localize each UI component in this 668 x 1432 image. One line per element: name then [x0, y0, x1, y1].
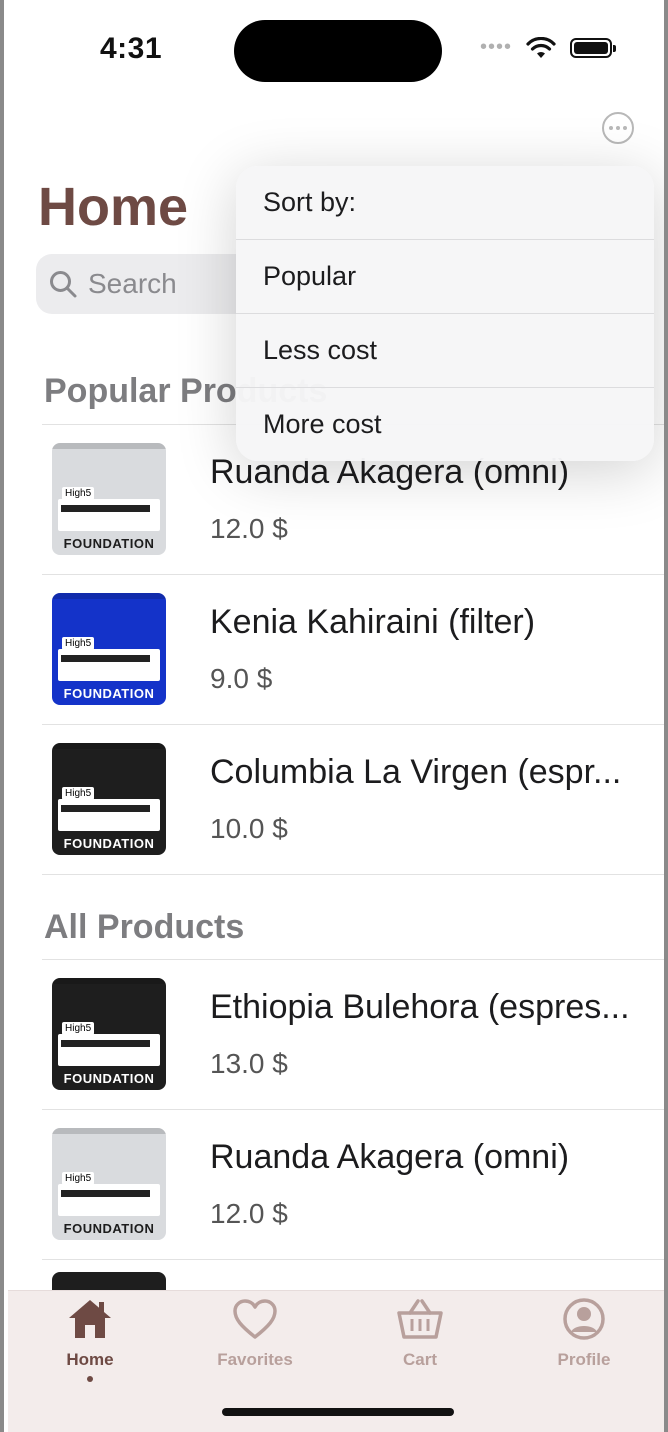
tab-favorites[interactable]: Favorites — [195, 1297, 315, 1370]
more-options-button[interactable] — [602, 112, 634, 144]
product-price: 9.0 $ — [210, 663, 273, 694]
product-name: Columbia La Virgen (espr... — [210, 753, 622, 791]
active-indicator — [87, 1376, 93, 1382]
product-image: High5 FOUNDATION — [52, 443, 166, 555]
cellular-signal-icon: •••• — [479, 36, 512, 58]
product-image: High5 FOUNDATION — [52, 1128, 166, 1240]
tab-label: Favorites — [217, 1350, 293, 1369]
divider — [42, 874, 664, 875]
home-indicator — [222, 1408, 454, 1416]
list-item[interactable]: High5 FOUNDATION Columbia La Virgen (esp… — [42, 724, 664, 874]
tab-label: Cart — [402, 1350, 437, 1369]
tab-label: Profile — [557, 1350, 611, 1369]
battery-icon — [570, 37, 616, 58]
house-icon — [69, 1300, 111, 1338]
tab-profile[interactable]: Profile — [524, 1297, 644, 1370]
wifi-icon — [526, 36, 556, 58]
sort-option-popular[interactable]: Popular — [236, 240, 654, 314]
product-image: High5 FOUNDATION — [52, 743, 166, 855]
product-price: 12.0 $ — [210, 1198, 288, 1229]
product-image: High5 FOUNDATION — [52, 593, 166, 705]
heart-icon — [233, 1299, 277, 1339]
product-price: 12.0 $ — [210, 513, 288, 544]
status-time: 4:31 — [100, 32, 163, 65]
page-title: Home — [38, 177, 189, 237]
list-item[interactable]: High5 FOUNDATION Kenia Kahiraini (filter… — [42, 574, 664, 724]
product-price: 13.0 $ — [210, 1048, 288, 1079]
search-icon — [50, 271, 77, 298]
section-header-all: All Products — [44, 908, 245, 946]
sort-menu-title: Sort by: — [236, 166, 654, 240]
list-item[interactable]: High5 FOUNDATION Ethiopia Bulehora (espr… — [42, 959, 664, 1109]
sort-option-more-cost[interactable]: More cost — [236, 388, 654, 461]
list-item[interactable]: High5 FOUNDATION Ruanda Akagera (omni) 1… — [42, 1109, 664, 1259]
phone-screen: 4:31 •••• Home Popular Products High5 FO… — [0, 0, 668, 1432]
product-price: 10.0 $ — [210, 813, 288, 844]
person-circle-icon — [563, 1298, 605, 1340]
tab-home[interactable]: Home — [30, 1297, 150, 1382]
basket-icon — [397, 1299, 443, 1339]
product-name: Kenia Kahiraini (filter) — [210, 603, 536, 641]
sort-option-less-cost[interactable]: Less cost — [236, 314, 654, 388]
product-name: Ruanda Akagera (omni) — [210, 1138, 570, 1176]
tab-cart[interactable]: Cart — [360, 1297, 480, 1370]
sort-menu: Sort by: Popular Less cost More cost — [236, 166, 654, 461]
product-image: High5 FOUNDATION — [52, 978, 166, 1090]
dynamic-island — [234, 20, 442, 82]
ellipsis-circle-icon — [609, 126, 613, 130]
product-name: Ethiopia Bulehora (espres... — [210, 988, 630, 1026]
tab-label: Home — [66, 1350, 114, 1369]
status-icons: •••• — [479, 36, 616, 59]
